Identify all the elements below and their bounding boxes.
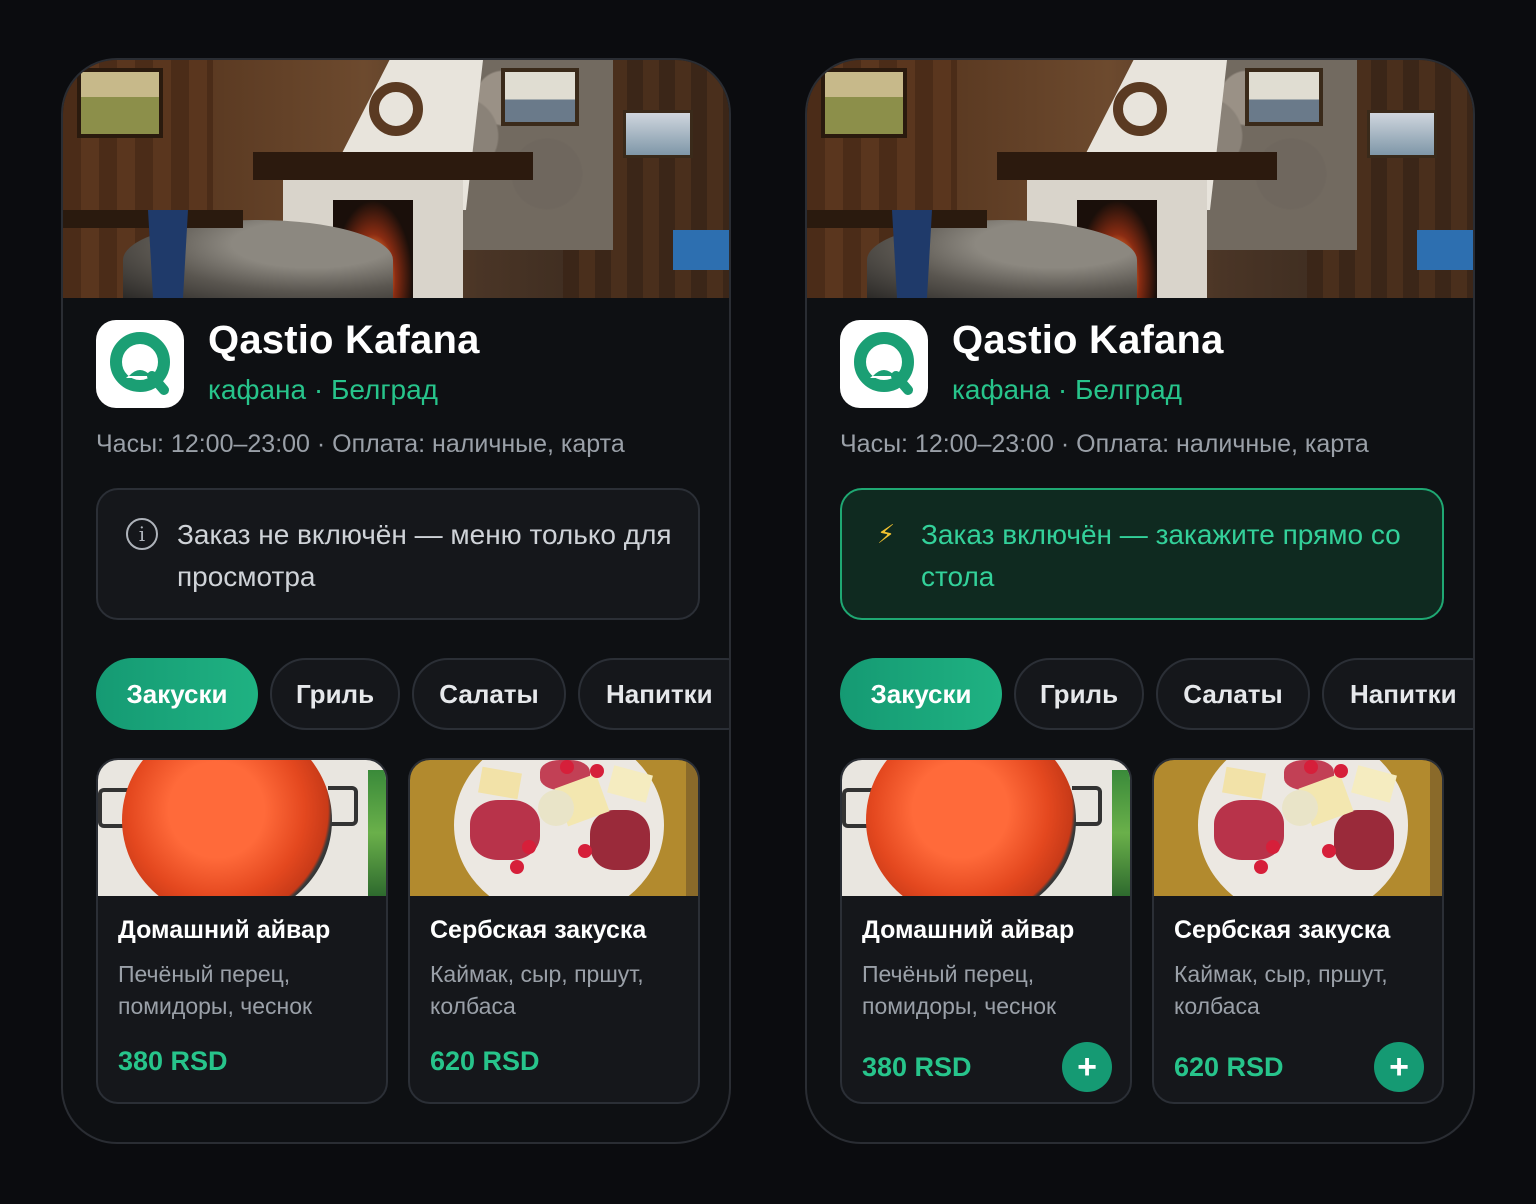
menu-item-price: 620 RSD — [430, 1046, 540, 1076]
tab-zakuski[interactable]: Закуски — [840, 658, 1002, 730]
restaurant-logo-icon — [840, 320, 928, 408]
ajvar-photo — [98, 760, 386, 896]
restaurant-logo-icon — [96, 320, 184, 408]
menu-item-card[interactable]: Домашний айвар Печёный перец, помидоры, … — [840, 758, 1132, 1104]
serbian-platter-photo — [410, 760, 698, 896]
ordering-status-banner: ⚡ Заказ включён — закажите прямо со стол… — [840, 488, 1444, 620]
restaurant-hero-image — [807, 60, 1473, 298]
restaurant-hero-image — [63, 60, 729, 298]
menu-item-card[interactable]: Сербская закуска Каймак, сыр, пршут, кол… — [1152, 758, 1444, 1104]
tab-gril[interactable]: Гриль — [270, 658, 400, 730]
menu-item-name: Сербская закуска — [1174, 916, 1391, 944]
tab-napitki[interactable]: Напитки — [1322, 658, 1473, 730]
phone-order-disabled: Qastio Kafana кафана · Белград Часы: 12:… — [61, 58, 731, 1144]
add-to-order-button[interactable]: + — [1062, 1042, 1112, 1092]
restaurant-name: Qastio Kafana — [952, 318, 1224, 362]
serbian-platter-photo — [1154, 760, 1442, 896]
restaurant-meta: Часы: 12:00–23:00 · Оплата: наличные, ка… — [840, 430, 1369, 458]
stage: Qastio Kafana кафана · Белград Часы: 12:… — [0, 0, 1536, 1204]
menu-item-card[interactable]: Сербская закуска Каймак, сыр, пршут, кол… — [408, 758, 700, 1104]
restaurant-subtitle: кафана · Белград — [952, 374, 1183, 405]
restaurant-subtitle: кафана · Белград — [208, 374, 439, 405]
ordering-status-text: Заказ включён — закажите прямо со стола — [921, 519, 1401, 592]
lightning-icon: ⚡ — [876, 519, 896, 549]
menu-item-name: Сербская закуска — [430, 916, 647, 944]
ordering-status-banner: i Заказ не включён — меню только для про… — [96, 488, 700, 620]
restaurant-meta: Часы: 12:00–23:00 · Оплата: наличные, ка… — [96, 430, 625, 458]
add-to-order-button[interactable]: + — [1374, 1042, 1424, 1092]
menu-item-description: Каймак, сыр, пршут, колбаса — [1174, 961, 1388, 1019]
phone-order-enabled: Qastio Kafana кафана · Белград Часы: 12:… — [805, 58, 1475, 1144]
tab-zakuski[interactable]: Закуски — [96, 658, 258, 730]
menu-item-name: Домашний айвар — [118, 916, 331, 944]
menu-item-price: 380 RSD — [862, 1052, 972, 1082]
menu-item-description: Печёный перец, помидоры, чеснок — [862, 961, 1057, 1019]
tab-gril[interactable]: Гриль — [1014, 658, 1144, 730]
ordering-status-text: Заказ не включён — меню только для просм… — [177, 519, 672, 592]
menu-item-description: Каймак, сыр, пршут, колбаса — [430, 961, 644, 1019]
tab-salaty[interactable]: Салаты — [1156, 658, 1310, 730]
ajvar-photo — [842, 760, 1130, 896]
menu-item-name: Домашний айвар — [862, 916, 1075, 944]
restaurant-name: Qastio Kafana — [208, 318, 480, 362]
menu-item-price: 620 RSD — [1174, 1052, 1284, 1082]
info-icon: i — [126, 518, 158, 550]
tab-salaty[interactable]: Салаты — [412, 658, 566, 730]
menu-item-card[interactable]: Домашний айвар Печёный перец, помидоры, … — [96, 758, 388, 1104]
tab-napitki[interactable]: Напитки — [578, 658, 729, 730]
menu-item-description: Печёный перец, помидоры, чеснок — [118, 961, 313, 1019]
menu-item-price: 380 RSD — [118, 1046, 228, 1076]
